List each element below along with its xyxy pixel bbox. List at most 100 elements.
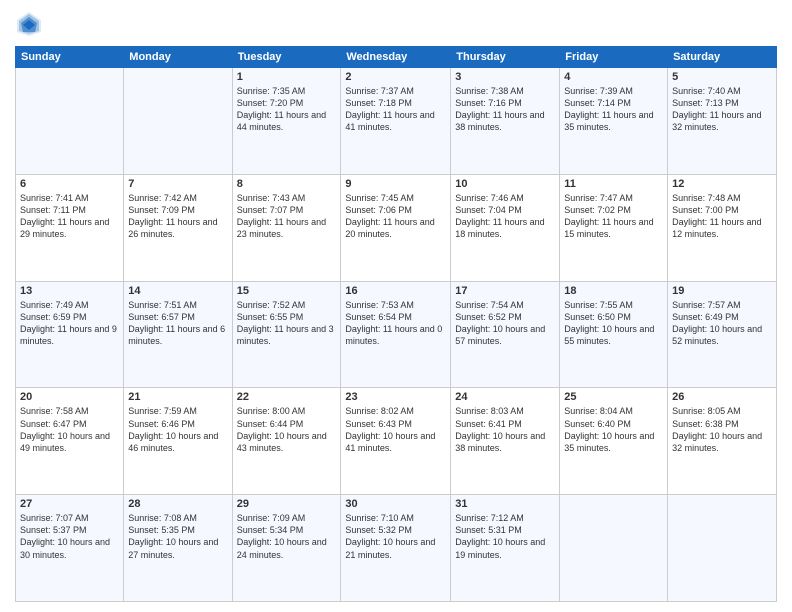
day-info: Sunrise: 8:03 AM Sunset: 6:41 PM Dayligh… bbox=[455, 405, 555, 454]
calendar-cell: 2 Sunrise: 7:37 AM Sunset: 7:18 PM Daylig… bbox=[341, 68, 451, 175]
day-info: Sunrise: 7:57 AM Sunset: 6:49 PM Dayligh… bbox=[672, 299, 772, 348]
day-number: 25 bbox=[564, 391, 663, 403]
day-info: Sunrise: 7:54 AM Sunset: 6:52 PM Dayligh… bbox=[455, 299, 555, 348]
calendar-table: SundayMondayTuesdayWednesdayThursdayFrid… bbox=[15, 46, 777, 602]
calendar-cell: 30 Sunrise: 7:10 AM Sunset: 5:32 PM Dayli… bbox=[341, 495, 451, 602]
day-number: 29 bbox=[237, 498, 337, 510]
calendar-cell: 5 Sunrise: 7:40 AM Sunset: 7:13 PM Daylig… bbox=[668, 68, 777, 175]
day-info: Sunrise: 7:45 AM Sunset: 7:06 PM Dayligh… bbox=[345, 192, 446, 241]
calendar-cell: 17 Sunrise: 7:54 AM Sunset: 6:52 PM Dayli… bbox=[451, 281, 560, 388]
weekday-header: Monday bbox=[124, 47, 232, 68]
weekday-header: Tuesday bbox=[232, 47, 341, 68]
calendar-body: 1 Sunrise: 7:35 AM Sunset: 7:20 PM Daylig… bbox=[16, 68, 777, 602]
day-number: 27 bbox=[20, 498, 119, 510]
day-number: 21 bbox=[128, 391, 227, 403]
calendar-cell: 11 Sunrise: 7:47 AM Sunset: 7:02 PM Dayli… bbox=[560, 174, 668, 281]
weekday-header: Friday bbox=[560, 47, 668, 68]
day-info: Sunrise: 7:47 AM Sunset: 7:02 PM Dayligh… bbox=[564, 192, 663, 241]
day-number: 9 bbox=[345, 178, 446, 190]
weekday-row: SundayMondayTuesdayWednesdayThursdayFrid… bbox=[16, 47, 777, 68]
day-info: Sunrise: 7:52 AM Sunset: 6:55 PM Dayligh… bbox=[237, 299, 337, 348]
calendar-cell bbox=[560, 495, 668, 602]
calendar-cell: 25 Sunrise: 8:04 AM Sunset: 6:40 PM Dayli… bbox=[560, 388, 668, 495]
day-number: 11 bbox=[564, 178, 663, 190]
day-number: 2 bbox=[345, 71, 446, 83]
calendar-week-row: 6 Sunrise: 7:41 AM Sunset: 7:11 PM Daylig… bbox=[16, 174, 777, 281]
day-info: Sunrise: 7:51 AM Sunset: 6:57 PM Dayligh… bbox=[128, 299, 227, 348]
calendar-cell bbox=[668, 495, 777, 602]
day-number: 14 bbox=[128, 285, 227, 297]
calendar-cell: 14 Sunrise: 7:51 AM Sunset: 6:57 PM Dayli… bbox=[124, 281, 232, 388]
day-info: Sunrise: 7:10 AM Sunset: 5:32 PM Dayligh… bbox=[345, 512, 446, 561]
day-number: 28 bbox=[128, 498, 227, 510]
day-info: Sunrise: 7:49 AM Sunset: 6:59 PM Dayligh… bbox=[20, 299, 119, 348]
day-info: Sunrise: 7:41 AM Sunset: 7:11 PM Dayligh… bbox=[20, 192, 119, 241]
day-number: 30 bbox=[345, 498, 446, 510]
day-info: Sunrise: 8:00 AM Sunset: 6:44 PM Dayligh… bbox=[237, 405, 337, 454]
logo bbox=[15, 10, 47, 38]
day-info: Sunrise: 7:38 AM Sunset: 7:16 PM Dayligh… bbox=[455, 85, 555, 134]
calendar-week-row: 20 Sunrise: 7:58 AM Sunset: 6:47 PM Dayli… bbox=[16, 388, 777, 495]
calendar-cell: 29 Sunrise: 7:09 AM Sunset: 5:34 PM Dayli… bbox=[232, 495, 341, 602]
day-number: 5 bbox=[672, 71, 772, 83]
day-number: 3 bbox=[455, 71, 555, 83]
day-info: Sunrise: 7:58 AM Sunset: 6:47 PM Dayligh… bbox=[20, 405, 119, 454]
day-info: Sunrise: 7:08 AM Sunset: 5:35 PM Dayligh… bbox=[128, 512, 227, 561]
weekday-header: Wednesday bbox=[341, 47, 451, 68]
calendar-cell: 18 Sunrise: 7:55 AM Sunset: 6:50 PM Dayli… bbox=[560, 281, 668, 388]
logo-icon bbox=[15, 10, 43, 38]
day-number: 1 bbox=[237, 71, 337, 83]
day-number: 26 bbox=[672, 391, 772, 403]
day-info: Sunrise: 7:39 AM Sunset: 7:14 PM Dayligh… bbox=[564, 85, 663, 134]
calendar-cell: 6 Sunrise: 7:41 AM Sunset: 7:11 PM Daylig… bbox=[16, 174, 124, 281]
day-info: Sunrise: 7:35 AM Sunset: 7:20 PM Dayligh… bbox=[237, 85, 337, 134]
day-number: 6 bbox=[20, 178, 119, 190]
day-info: Sunrise: 7:37 AM Sunset: 7:18 PM Dayligh… bbox=[345, 85, 446, 134]
calendar-cell: 12Sunrise: 7:48 AM Sunset: 7:00 PM Dayli… bbox=[668, 174, 777, 281]
day-number: 13 bbox=[20, 285, 119, 297]
calendar-cell: 16Sunrise: 7:53 AM Sunset: 6:54 PM Dayli… bbox=[341, 281, 451, 388]
day-info: Sunrise: 7:46 AM Sunset: 7:04 PM Dayligh… bbox=[455, 192, 555, 241]
day-number: 20 bbox=[20, 391, 119, 403]
weekday-header: Saturday bbox=[668, 47, 777, 68]
day-info: Sunrise: 7:48 AM Sunset: 7:00 PM Dayligh… bbox=[672, 192, 772, 241]
day-number: 17 bbox=[455, 285, 555, 297]
day-number: 18 bbox=[564, 285, 663, 297]
calendar-week-row: 27Sunrise: 7:07 AM Sunset: 5:37 PM Dayli… bbox=[16, 495, 777, 602]
calendar-week-row: 13 Sunrise: 7:49 AM Sunset: 6:59 PM Dayli… bbox=[16, 281, 777, 388]
weekday-header: Thursday bbox=[451, 47, 560, 68]
day-info: Sunrise: 7:09 AM Sunset: 5:34 PM Dayligh… bbox=[237, 512, 337, 561]
calendar-week-row: 1 Sunrise: 7:35 AM Sunset: 7:20 PM Daylig… bbox=[16, 68, 777, 175]
day-number: 23 bbox=[345, 391, 446, 403]
calendar-cell: 9 Sunrise: 7:45 AM Sunset: 7:06 PM Daylig… bbox=[341, 174, 451, 281]
day-number: 16 bbox=[345, 285, 446, 297]
calendar-cell: 8 Sunrise: 7:43 AM Sunset: 7:07 PM Daylig… bbox=[232, 174, 341, 281]
calendar-cell: 28 Sunrise: 7:08 AM Sunset: 5:35 PM Dayli… bbox=[124, 495, 232, 602]
day-info: Sunrise: 7:42 AM Sunset: 7:09 PM Dayligh… bbox=[128, 192, 227, 241]
calendar-cell: 23 Sunrise: 8:02 AM Sunset: 6:43 PM Dayli… bbox=[341, 388, 451, 495]
day-info: Sunrise: 7:12 AM Sunset: 5:31 PM Dayligh… bbox=[455, 512, 555, 561]
weekday-header: Sunday bbox=[16, 47, 124, 68]
day-info: Sunrise: 8:04 AM Sunset: 6:40 PM Dayligh… bbox=[564, 405, 663, 454]
day-info: Sunrise: 8:02 AM Sunset: 6:43 PM Dayligh… bbox=[345, 405, 446, 454]
calendar-cell: 24Sunrise: 8:03 AM Sunset: 6:41 PM Dayli… bbox=[451, 388, 560, 495]
calendar-cell: 26Sunrise: 8:05 AM Sunset: 6:38 PM Dayli… bbox=[668, 388, 777, 495]
calendar-cell: 7Sunrise: 7:42 AM Sunset: 7:09 PM Daylig… bbox=[124, 174, 232, 281]
calendar-cell: 15Sunrise: 7:52 AM Sunset: 6:55 PM Dayli… bbox=[232, 281, 341, 388]
calendar-cell: 31Sunrise: 7:12 AM Sunset: 5:31 PM Dayli… bbox=[451, 495, 560, 602]
calendar-cell: 22Sunrise: 8:00 AM Sunset: 6:44 PM Dayli… bbox=[232, 388, 341, 495]
calendar-cell: 3 Sunrise: 7:38 AM Sunset: 7:16 PM Daylig… bbox=[451, 68, 560, 175]
calendar-cell bbox=[16, 68, 124, 175]
calendar-cell: 4 Sunrise: 7:39 AM Sunset: 7:14 PM Daylig… bbox=[560, 68, 668, 175]
day-number: 4 bbox=[564, 71, 663, 83]
calendar-header: SundayMondayTuesdayWednesdayThursdayFrid… bbox=[16, 47, 777, 68]
day-number: 10 bbox=[455, 178, 555, 190]
day-info: Sunrise: 7:40 AM Sunset: 7:13 PM Dayligh… bbox=[672, 85, 772, 134]
day-number: 19 bbox=[672, 285, 772, 297]
day-info: Sunrise: 7:43 AM Sunset: 7:07 PM Dayligh… bbox=[237, 192, 337, 241]
day-number: 8 bbox=[237, 178, 337, 190]
header bbox=[15, 10, 777, 38]
calendar-cell bbox=[124, 68, 232, 175]
day-info: Sunrise: 7:55 AM Sunset: 6:50 PM Dayligh… bbox=[564, 299, 663, 348]
calendar-cell: 21Sunrise: 7:59 AM Sunset: 6:46 PM Dayli… bbox=[124, 388, 232, 495]
